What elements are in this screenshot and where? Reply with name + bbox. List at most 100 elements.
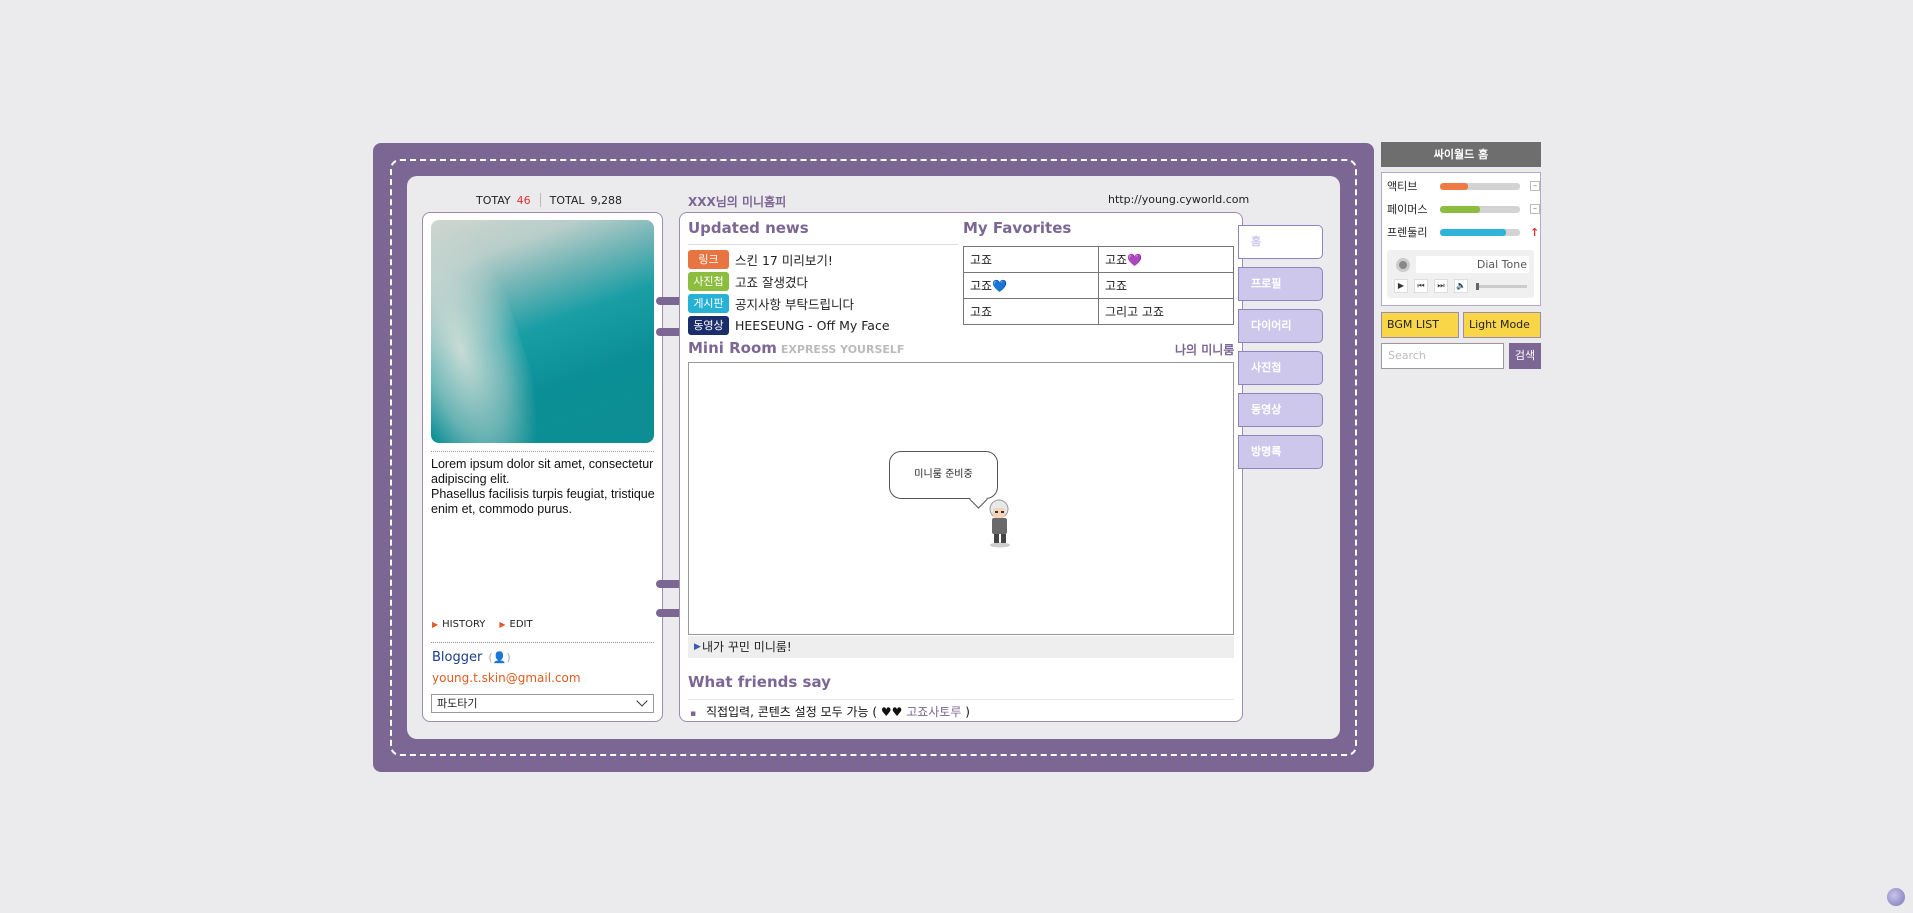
news-text: 공지사항 부탁드립니다 [735, 296, 854, 312]
disc-icon [1396, 258, 1410, 272]
bio-text: Lorem ipsum dolor sit amet, consectetur … [431, 457, 655, 516]
homepage-url[interactable]: http://young.cyworld.com [1108, 193, 1249, 206]
stat-friendly: 프렌둘리 ↑ [1387, 224, 1539, 240]
track-title: Dial Tone [1416, 256, 1529, 273]
mini-room-caption-bar: ▶ 내가 꾸민 미니룸! [688, 636, 1234, 658]
blogger-label: Blogger [432, 650, 483, 665]
history-label: HISTORY [442, 619, 486, 630]
friends-title: What friends say [688, 673, 831, 691]
stat-label: 프렌둘리 [1387, 226, 1428, 239]
triangle-icon: ▶ [694, 642, 701, 652]
homepage-title: XXX님의 미니홈피 [688, 195, 787, 209]
search-button[interactable]: 검색 [1509, 343, 1541, 369]
stat-label: 액티브 [1387, 180, 1418, 193]
blogger-name[interactable]: Blogger (👤) [432, 650, 511, 665]
stat-button[interactable]: – [1530, 181, 1540, 191]
email-link[interactable]: young.t.skin@gmail.com [432, 671, 581, 685]
table-cell: 고죠 [963, 246, 1099, 273]
select-value: 파도타기 [437, 697, 478, 710]
tab-home[interactable]: 홈 [1238, 225, 1323, 259]
news-text: 고죠 잘생겼다 [735, 274, 808, 290]
tab-profile[interactable]: 프로필 [1238, 267, 1323, 301]
volume-icon[interactable]: 🔈 [1454, 279, 1468, 293]
news-text: 스킨 17 미리보기! [735, 252, 833, 268]
stat-bar-fill [1440, 228, 1506, 236]
table-row: 고죠💙 고죠 [963, 272, 1234, 299]
profile-photo [431, 220, 654, 443]
friend-name[interactable]: 고죠사토루 [906, 705, 961, 719]
mini-room-subtitle: EXPRESS YOURSELF [780, 343, 905, 356]
counter-divider [539, 193, 541, 207]
history-link[interactable]: ▶ HISTORY [432, 619, 485, 630]
total-value: 9,288 [590, 193, 623, 207]
previous-icon[interactable]: ⏮ [1414, 279, 1428, 293]
avatar [989, 499, 1010, 548]
table-cell: 고죠💜 [1098, 246, 1234, 273]
app-icon[interactable] [1887, 888, 1905, 906]
volume-knob[interactable] [1476, 283, 1479, 290]
volume-slider[interactable] [1476, 283, 1527, 290]
news-item[interactable]: 동영상 HEESEUNG - Off My Face [688, 314, 890, 336]
light-mode-button[interactable]: Light Mode [1463, 312, 1541, 338]
mini-room-heading: Mini Room [688, 339, 777, 357]
tab-photos[interactable]: 사진첩 [1238, 351, 1323, 385]
play-icon[interactable]: ▶ [1394, 279, 1408, 293]
stat-label: 페이머스 [1387, 203, 1428, 216]
visit-counter: TOTAY 46 TOTAL 9,288 [476, 193, 622, 207]
friend-comment-close: ) [965, 705, 970, 719]
today-label: TOTAY [476, 193, 511, 207]
news-tag: 링크 [688, 249, 729, 269]
profile-bio: Lorem ipsum dolor sit amet, consectetur … [431, 457, 657, 517]
total-label: TOTAL [549, 193, 585, 207]
stat-active: 액티브 – [1387, 178, 1540, 194]
stat-button[interactable]: – [1530, 204, 1540, 214]
favorites-table: 고죠 고죠💜 고죠💙 고죠 고죠 그리고 고죠 [963, 246, 1234, 325]
user-icon: (👤) [488, 651, 511, 664]
bgm-list-button[interactable]: BGM LIST [1381, 312, 1459, 338]
triangle-icon: ▶ [499, 620, 506, 629]
tab-guestbook[interactable]: 방명록 [1238, 435, 1323, 469]
mini-room-title: Mini Room EXPRESS YOURSELF [688, 339, 904, 357]
edit-label: EDIT [509, 619, 533, 630]
divider [688, 699, 1234, 700]
mini-room-caption: 내가 꾸민 미니룸! [702, 640, 792, 654]
news-item[interactable]: 링크 스킨 17 미리보기! [688, 248, 890, 270]
table-cell: 고죠 [963, 298, 1099, 325]
news-tag: 동영상 [688, 315, 729, 335]
stat-bar [1440, 205, 1520, 213]
news-text: HEESEUNG - Off My Face [735, 317, 890, 333]
bullet-icon: ▪ [690, 709, 697, 719]
divider [431, 451, 654, 452]
profile-links: ▶ HISTORY ▶ EDIT [432, 619, 533, 630]
updated-news-title: Updated news [688, 219, 809, 237]
stat-bar-fill [1440, 182, 1468, 190]
next-icon[interactable]: ⏭ [1434, 279, 1448, 293]
news-list: 링크 스킨 17 미리보기! 사진첩 고죠 잘생겼다 게시판 공지사항 부탁드립… [688, 248, 890, 336]
stat-bar [1440, 228, 1520, 236]
table-cell: 그리고 고죠 [1098, 298, 1234, 325]
friend-comment-text: 직접입력, 콘텐츠 설정 모두 가능 ( ♥♥ [705, 705, 903, 719]
table-row: 고죠 고죠💜 [963, 246, 1234, 273]
search-input[interactable]: Search [1381, 343, 1504, 369]
friend-comment: ▪ 직접입력, 콘텐츠 설정 모두 가능 ( ♥♥ 고죠사토루 ) [690, 703, 970, 720]
table-cell: 고죠 [1098, 272, 1234, 299]
news-item[interactable]: 게시판 공지사항 부탁드립니다 [688, 292, 890, 314]
triangle-icon: ▶ [432, 620, 439, 629]
my-mini-room-link[interactable]: 나의 미니룸 [1175, 341, 1234, 358]
today-value: 46 [516, 193, 531, 207]
table-row: 고죠 그리고 고죠 [963, 298, 1234, 325]
edit-link[interactable]: ▶ EDIT [499, 619, 532, 630]
chevron-down-icon [636, 695, 648, 707]
favorites-title: My Favorites [963, 219, 1072, 237]
divider [688, 244, 958, 245]
divider [431, 642, 654, 643]
tab-videos[interactable]: 동영상 [1238, 393, 1323, 427]
tab-diary[interactable]: 다이어리 [1238, 309, 1323, 343]
cyworld-home-button[interactable]: 싸이월드 홈 [1381, 142, 1541, 167]
news-tag: 게시판 [688, 293, 729, 313]
stat-bar [1440, 182, 1520, 190]
news-item[interactable]: 사진첩 고죠 잘생겼다 [688, 270, 890, 292]
table-cell: 고죠💙 [963, 272, 1099, 299]
wave-select[interactable]: 파도타기 [431, 694, 654, 713]
arrow-up-icon[interactable]: ↑ [1530, 226, 1539, 239]
